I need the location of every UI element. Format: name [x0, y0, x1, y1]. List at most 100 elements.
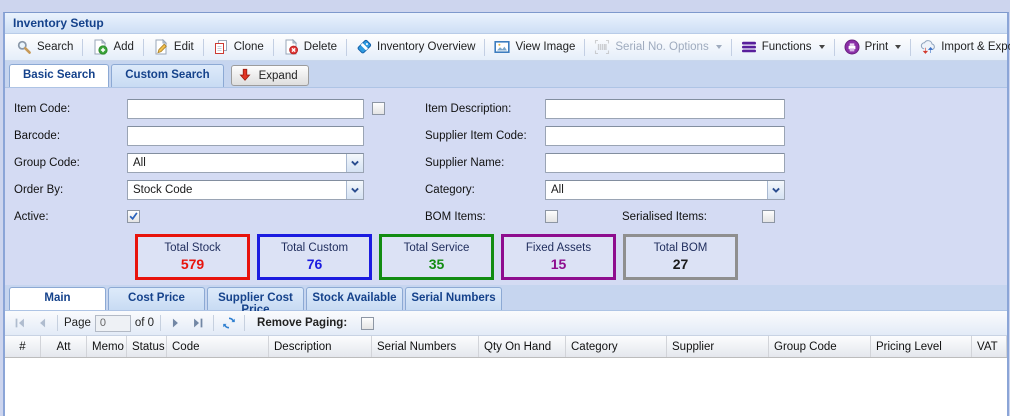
category-select[interactable]: All	[545, 180, 785, 200]
search-tabstrip: Basic SearchCustom Search Expand	[5, 61, 1007, 88]
column-header-code[interactable]: Code	[167, 336, 269, 357]
item-code-option-checkbox[interactable]	[372, 102, 385, 115]
inventory-overview-button[interactable]: Inventory Overview	[349, 37, 482, 57]
item-description-input[interactable]	[545, 99, 785, 119]
form-suffix-slot	[364, 149, 425, 176]
toolbar-separator	[731, 39, 732, 56]
column-header-description[interactable]: Description	[269, 336, 372, 357]
total-box-total-service: Total Service 35	[379, 234, 494, 280]
column-header-num[interactable]: #	[5, 336, 41, 357]
delete-button[interactable]: Delete	[276, 37, 344, 57]
column-header-qty-on-hand[interactable]: Qty On Hand	[479, 336, 566, 357]
dropdown-caret-icon	[716, 45, 722, 49]
search-form: Item Code:Item Description:Barcode:Suppl…	[5, 88, 1007, 285]
column-header-supplier[interactable]: Supplier	[667, 336, 769, 357]
tab-basic-search[interactable]: Basic Search	[9, 64, 109, 87]
tab-serial-numbers[interactable]: Serial Numbers	[405, 287, 502, 310]
tab-stock-available[interactable]: Stock Available	[306, 287, 403, 310]
tab-custom-search[interactable]: Custom Search	[111, 64, 223, 87]
main-toolbar: Search Add EditCloneDelete Inventory Overvi…	[5, 34, 1007, 61]
search-button[interactable]: Search	[9, 37, 80, 57]
total-label: Total Custom	[260, 242, 369, 254]
form-row: Group Code:AllSupplier Name:	[5, 149, 1007, 176]
table-body	[5, 358, 1007, 416]
screen: { "window": { "title": "Inventory Setup"…	[0, 0, 1010, 416]
combo-dropdown-trigger[interactable]	[767, 181, 784, 199]
column-header-category[interactable]: Category	[566, 336, 667, 357]
toolbar-button-label: Inventory Overview	[377, 41, 475, 53]
print-button[interactable]: Print	[837, 37, 909, 57]
refresh-icon[interactable]	[220, 314, 238, 332]
form-suffix-slot	[364, 203, 425, 230]
serial-no-options-button[interactable]: Serial No. Options	[587, 37, 728, 57]
import-export-button[interactable]: Import & Export	[913, 37, 1010, 57]
toolbar-button-label: Import & Export	[941, 41, 1010, 53]
next-page-button[interactable]	[167, 314, 185, 332]
column-header-group-code[interactable]: Group Code	[769, 336, 871, 357]
barcode-input[interactable]	[127, 126, 364, 146]
last-page-button[interactable]	[189, 314, 207, 332]
first-page-button[interactable]	[11, 314, 29, 332]
supplier-item-code-input[interactable]	[545, 126, 785, 146]
form-row: Item Code:Item Description:	[5, 95, 1007, 122]
column-header-pricing-level[interactable]: Pricing Level	[871, 336, 972, 357]
tab-cost-price[interactable]: Cost Price	[108, 287, 205, 310]
total-box-total-bom: Total BOM27	[623, 234, 738, 280]
tab-main[interactable]: Main	[9, 287, 106, 310]
view-image-button[interactable]: View Image	[487, 37, 582, 57]
prev-page-button[interactable]	[33, 314, 51, 332]
toolbar-button-label: Add	[113, 41, 133, 53]
clone-button[interactable]: Clone	[206, 37, 271, 57]
functions-button[interactable]: Functions	[734, 37, 832, 57]
tab-supplier-cost-price[interactable]: Supplier Cost Price	[207, 287, 304, 310]
tab-label: Stock Available	[312, 292, 396, 304]
combo-dropdown-trigger[interactable]	[346, 154, 363, 172]
remove-paging-label: Remove Paging:	[257, 317, 347, 329]
page-of-label: of 0	[135, 317, 154, 329]
form-field-slot	[127, 122, 364, 149]
toolbar-separator	[203, 39, 204, 56]
combo-dropdown-trigger[interactable]	[346, 181, 363, 199]
column-header-status[interactable]: Status	[127, 336, 167, 357]
column-header-vat[interactable]: VAT	[972, 336, 1007, 357]
group-code-select[interactable]: All	[127, 153, 364, 173]
expand-button[interactable]: Expand	[231, 65, 309, 86]
add-button[interactable]: Add	[85, 37, 140, 57]
bom-items-checkbox[interactable]	[545, 210, 558, 223]
supplier-name-input[interactable]	[545, 153, 785, 173]
tab-label: Main	[44, 292, 70, 304]
barcode-icon	[594, 39, 610, 55]
column-header-memo[interactable]: Memo	[87, 336, 127, 357]
toolbar-separator	[834, 39, 835, 56]
edit-button[interactable]: Edit	[146, 37, 201, 57]
active-checkbox[interactable]	[127, 210, 140, 223]
tab-label: Cost Price	[128, 292, 185, 304]
column-header-label: Code	[172, 341, 200, 353]
table-header-row: # AttMemo Status Code Description Serial Numb…	[5, 336, 1007, 358]
column-header-label: #	[19, 341, 25, 353]
toolbar-separator	[273, 39, 274, 56]
total-label: Total Service	[382, 242, 491, 254]
total-label: Total Stock	[138, 242, 247, 254]
toolbar-button-label: Serial No. Options	[615, 41, 708, 53]
column-header-label: Status	[132, 341, 165, 353]
toolbar-separator	[910, 39, 911, 56]
total-box-total-stock: Total Stock579	[135, 234, 250, 280]
form-field-slot	[545, 122, 785, 149]
serialised-items-checkbox[interactable]	[762, 210, 775, 223]
total-value: 35	[382, 256, 491, 272]
page-number-input[interactable]	[95, 315, 131, 332]
column-header-label: Description	[274, 341, 332, 353]
remove-paging-checkbox[interactable]	[361, 317, 374, 330]
order-by-select[interactable]: Stock Code	[127, 180, 364, 200]
column-header-serial-numbers[interactable]: Serial Numbers	[372, 336, 479, 357]
form-field-slot: Stock Code	[127, 176, 364, 203]
item-code-input[interactable]	[127, 99, 364, 119]
group-code-label: Group Code:	[5, 157, 127, 169]
column-header-att[interactable]: Att	[41, 336, 87, 357]
toolbar-separator	[484, 39, 485, 56]
page-label: Page	[64, 317, 91, 329]
total-value: 27	[626, 256, 735, 272]
form-row: Order By:Stock CodeCategory:All	[5, 176, 1007, 203]
column-header-label: Group Code	[774, 341, 837, 353]
